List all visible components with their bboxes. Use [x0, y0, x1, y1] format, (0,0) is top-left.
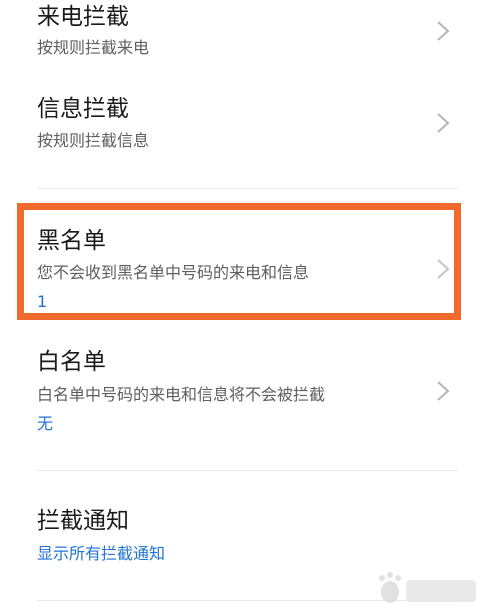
whitelist-title: 白名单	[37, 349, 106, 375]
blacklist-subtitle: 您不会收到黑名单中号码的来电和信息	[37, 263, 310, 282]
call-blocking-title: 来电拦截	[37, 4, 129, 30]
setting-row-call-blocking[interactable]: 来电拦截 按规则拦截来电	[0, 0, 494, 90]
blocking-notification-title: 拦截通知	[37, 508, 129, 534]
setting-row-message-blocking[interactable]: 信息拦截 按规则拦截信息	[0, 92, 494, 187]
call-blocking-subtitle: 按规则拦截来电	[37, 38, 150, 57]
message-blocking-title: 信息拦截	[37, 96, 129, 122]
blocking-notification-value: 显示所有拦截通知	[37, 544, 166, 563]
blacklist-title: 黑名单	[37, 228, 106, 254]
chevron-right-icon	[437, 381, 450, 401]
divider	[37, 470, 457, 471]
chevron-right-icon	[437, 259, 450, 279]
setting-row-blacklist[interactable]: 黑名单 您不会收到黑名单中号码的来电和信息 1	[0, 210, 494, 320]
chevron-right-icon	[437, 113, 450, 133]
whitelist-subtitle: 白名单中号码的来电和信息将不会被拦截	[37, 385, 326, 404]
message-blocking-subtitle: 按规则拦截信息	[37, 131, 150, 150]
whitelist-value: 无	[37, 414, 54, 433]
blacklist-count: 1	[37, 292, 48, 311]
setting-row-whitelist[interactable]: 白名单 白名单中号码的来电和信息将不会被拦截 无	[0, 335, 494, 465]
divider	[37, 188, 457, 189]
call-blocking-settings-screen: 来电拦截 按规则拦截来电 信息拦截 按规则拦截信息 黑名单 您不会收到黑名单中号…	[0, 0, 494, 616]
chevron-right-icon	[437, 21, 450, 41]
baidu-jingyan-logo	[379, 572, 476, 603]
